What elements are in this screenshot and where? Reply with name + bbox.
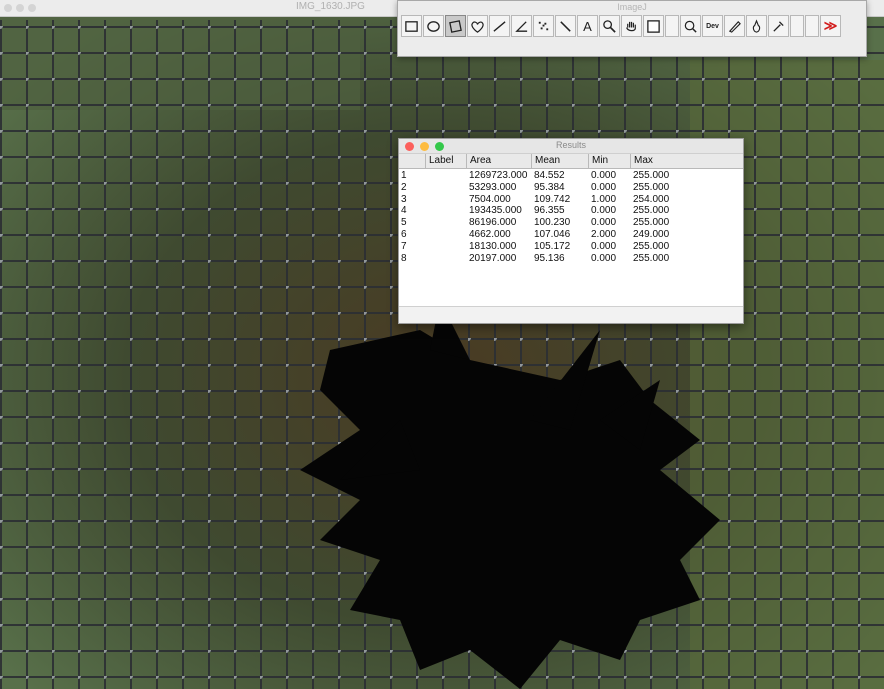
table-row[interactable]: 4 193435.000 96.355 0.000 255.000 [399, 205, 743, 217]
tool-bar: A Dev ≫ [401, 15, 842, 39]
cell-index: 1 [401, 170, 407, 181]
toolbar-spacer [665, 15, 679, 37]
freehand-tool-icon[interactable] [467, 15, 488, 37]
cell-area: 4662.000 [469, 229, 511, 240]
table-row[interactable]: 1 1269723.000 84.552 0.000 255.000 [399, 170, 743, 182]
results-header-row: Label Area Mean Min Max [399, 154, 743, 169]
cell-max: 255.000 [633, 181, 670, 193]
cell-index: 5 [401, 217, 407, 229]
cell-max: 255.000 [633, 205, 670, 217]
cell-min: 0.000 [591, 181, 617, 193]
cell-area: 7504.000 [469, 193, 511, 205]
column-header-min[interactable]: Min [588, 154, 630, 168]
cell-mean: 84.552 [534, 170, 565, 181]
column-header-max[interactable]: Max [630, 154, 730, 168]
developer-menu-icon[interactable]: Dev [702, 15, 723, 37]
toolbar-spacer [790, 15, 804, 37]
cell-area: 193435.000 [469, 205, 522, 217]
cell-area: 20197.000 [469, 252, 517, 264]
magnifier-tool-icon[interactable] [599, 15, 620, 37]
column-header-index[interactable] [399, 154, 425, 168]
angle-tool-icon[interactable] [511, 15, 532, 37]
scroll-tool-icon[interactable] [621, 15, 642, 37]
polygon-tool-icon[interactable] [445, 15, 466, 37]
close-icon[interactable] [4, 4, 12, 12]
cell-min: 0.000 [591, 240, 617, 252]
color-picker-tool-icon[interactable] [643, 15, 664, 37]
results-titlebar[interactable]: Results [399, 139, 743, 154]
brush-tool-icon[interactable] [746, 15, 767, 37]
cell-min: 0.000 [591, 217, 617, 229]
straight-line-tool-icon[interactable] [489, 15, 510, 37]
cell-mean: 109.742 [534, 193, 571, 205]
cell-mean: 95.136 [534, 252, 565, 264]
cell-index: 3 [401, 193, 407, 205]
cell-mean: 95.384 [534, 181, 565, 193]
wand-tool-icon[interactable] [555, 15, 576, 37]
cell-max: 249.000 [633, 229, 670, 240]
cell-area: 86196.000 [469, 217, 517, 229]
minimize-icon[interactable] [16, 4, 24, 12]
cell-index: 7 [401, 240, 407, 252]
text-tool-icon[interactable]: A [577, 15, 598, 37]
table-row[interactable]: 8 20197.000 95.136 0.000 255.000 [399, 253, 743, 265]
cell-max: 255.000 [633, 252, 670, 264]
table-row[interactable]: 3 7504.000 109.742 1.000 254.000 [399, 194, 743, 206]
cell-area: 18130.000 [469, 240, 517, 252]
imagej-window: ImageJ A Dev ≫ [397, 0, 867, 57]
cell-max: 255.000 [633, 170, 670, 181]
imagej-title: ImageJ [617, 2, 647, 12]
cell-area: 1269723.000 [469, 170, 528, 181]
cell-min: 0.000 [591, 205, 617, 217]
cell-min: 2.000 [591, 229, 617, 240]
table-row[interactable]: 7 18130.000 105.172 0.000 255.000 [399, 241, 743, 253]
table-row[interactable]: 6 4662.000 107.046 2.000 249.000 [399, 229, 743, 241]
table-row[interactable]: 2 53293.000 95.384 0.000 255.000 [399, 182, 743, 194]
column-header-mean[interactable]: Mean [531, 154, 588, 168]
column-header-label[interactable]: Label [425, 154, 466, 168]
cell-min: 0.000 [591, 252, 617, 264]
more-tools-icon[interactable]: ≫ [820, 15, 841, 37]
results-window: Results Label Area Mean Min Max 1 1269723… [398, 138, 744, 324]
more-tools-glyph: ≫ [823, 18, 838, 33]
zoom-icon[interactable] [28, 4, 36, 12]
image-window-title: IMG_1630.JPG [296, 1, 365, 12]
photo-canvas[interactable] [0, 0, 884, 689]
cell-max: 255.000 [633, 217, 670, 229]
cell-index: 8 [401, 252, 407, 264]
cell-max: 254.000 [633, 193, 670, 205]
results-title: Results [555, 140, 586, 150]
cell-area: 53293.000 [469, 181, 517, 193]
cell-index: 4 [401, 205, 407, 217]
developer-menu-label: Dev [706, 22, 719, 30]
cell-min: 0.000 [591, 170, 617, 181]
point-tool-icon[interactable] [533, 15, 554, 37]
cell-index: 6 [401, 229, 407, 240]
table-row[interactable]: 5 86196.000 100.230 0.000 255.000 [399, 217, 743, 229]
cell-mean: 100.230 [534, 217, 571, 229]
toolbar-spacer [805, 15, 819, 37]
horizontal-scrollbar[interactable] [399, 306, 743, 323]
pencil-tool-icon[interactable] [724, 15, 745, 37]
zoom-tool-icon[interactable] [680, 15, 701, 37]
cell-mean: 105.172 [534, 240, 571, 252]
oval-tool-icon[interactable] [423, 15, 444, 37]
cell-min: 1.000 [591, 193, 617, 205]
column-header-area[interactable]: Area [466, 154, 531, 168]
cell-max: 255.000 [633, 240, 670, 252]
cell-mean: 107.046 [534, 229, 571, 240]
rectangle-tool-icon[interactable] [401, 15, 422, 37]
cell-index: 2 [401, 181, 407, 193]
dropper-tool-icon[interactable] [768, 15, 789, 37]
text-tool-glyph: A [583, 18, 592, 34]
cell-mean: 96.355 [534, 205, 565, 217]
